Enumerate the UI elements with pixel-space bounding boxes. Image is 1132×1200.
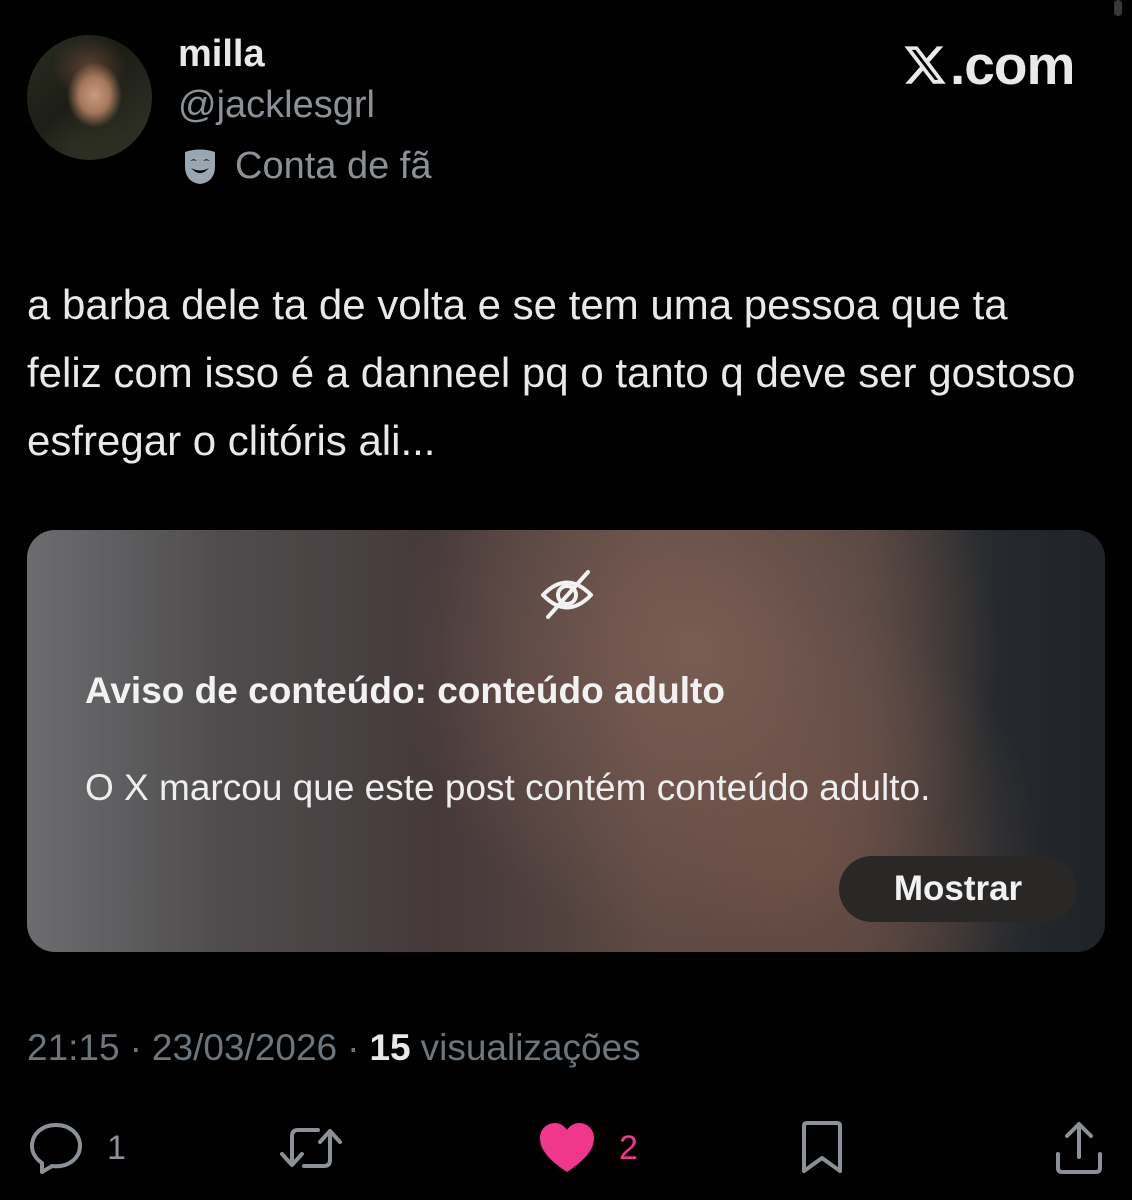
content-warning-body: O X marcou que este post contém conteúdo… [85, 767, 931, 808]
meta-separator: · [129, 1027, 142, 1068]
sensitive-media-card: Aviso de conteúdo: conteúdo adulto O X m… [27, 530, 1105, 952]
repost-button[interactable] [280, 1120, 364, 1176]
avatar[interactable] [27, 35, 152, 160]
author-handle[interactable]: @jacklesgrl [178, 84, 375, 127]
post-time: 21:15 [27, 1027, 120, 1068]
theater-mask-icon [180, 146, 220, 186]
reply-count: 1 [107, 1128, 126, 1167]
fan-account-label: Conta de fã [235, 144, 432, 187]
views-count: 15 [369, 1027, 411, 1068]
repost-icon [280, 1120, 342, 1176]
post-date: 23/03/2026 [151, 1027, 338, 1068]
scrollbar-thumb[interactable] [1114, 0, 1122, 16]
heart-icon [537, 1120, 597, 1176]
bookmark-button[interactable] [798, 1120, 846, 1176]
views-label: visualizações [420, 1027, 641, 1068]
reply-icon [27, 1120, 85, 1176]
like-button[interactable]: 2 [537, 1120, 638, 1176]
fan-account-badge: Conta de fã [180, 144, 431, 188]
post-metadata: 21:15 · 23/03/2026 · 15 visualizações [27, 1025, 641, 1071]
author-display-name[interactable]: milla [178, 33, 265, 76]
eye-off-icon [538, 566, 596, 624]
content-warning-title: Aviso de conteúdo: conteúdo adulto [85, 670, 725, 711]
show-media-button[interactable]: Mostrar [839, 856, 1077, 922]
x-brand-watermark: .com [902, 34, 1075, 96]
share-icon [1052, 1120, 1106, 1176]
share-button[interactable] [1052, 1120, 1106, 1176]
x-logo-icon [902, 42, 948, 88]
like-count: 2 [619, 1128, 638, 1167]
post-text: a barba dele ta de volta e se tem uma pe… [27, 281, 1076, 464]
meta-separator: · [347, 1027, 360, 1068]
reply-button[interactable]: 1 [27, 1120, 126, 1176]
bookmark-icon [798, 1120, 846, 1176]
brand-domain-text: .com [950, 34, 1075, 96]
